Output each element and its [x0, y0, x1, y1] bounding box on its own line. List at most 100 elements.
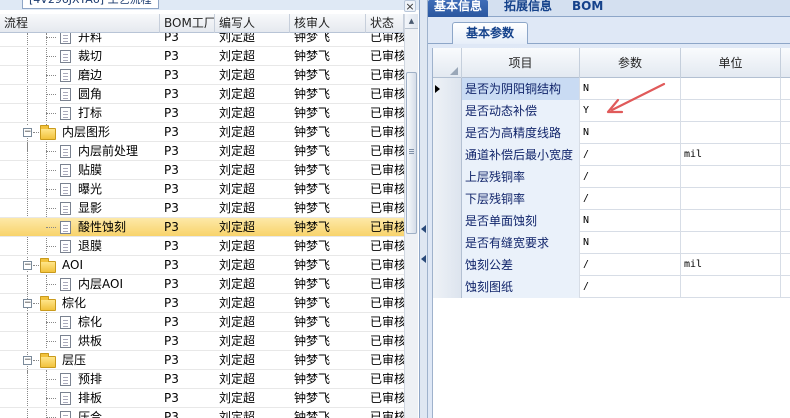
process-name-cell[interactable]: 贴膜: [0, 161, 160, 180]
tree-group-row[interactable]: − 层压 P3 刘定超 钟梦飞 已审核: [0, 351, 404, 370]
row-indicator[interactable]: [433, 122, 462, 144]
param-row[interactable]: 上层残铜率 /: [433, 166, 790, 188]
process-name-cell[interactable]: 开料: [0, 33, 160, 47]
collapse-arrow-icon[interactable]: [421, 255, 426, 263]
tree-group-row[interactable]: − 棕化 P3 刘定超 钟梦飞 已审核: [0, 294, 404, 313]
tree-row[interactable]: 退膜 P3 刘定超 钟梦飞 已审核: [0, 237, 404, 256]
row-indicator[interactable]: [433, 144, 462, 166]
process-name-cell[interactable]: 预排: [0, 370, 160, 389]
tree-row[interactable]: 内层AOI P3 刘定超 钟梦飞 已审核: [0, 275, 404, 294]
scroll-thumb[interactable]: [406, 72, 417, 234]
param-row[interactable]: 通道补偿后最小宽度 / mil: [433, 144, 790, 166]
row-indicator[interactable]: [433, 276, 462, 298]
process-name-cell[interactable]: 退膜: [0, 237, 160, 256]
param-unit-cell[interactable]: [681, 166, 781, 188]
param-unit-cell[interactable]: mil: [681, 254, 781, 276]
tree-row[interactable]: 酸性蚀刻 P3 刘定超 钟梦飞 已审核: [0, 218, 404, 237]
param-unit-cell[interactable]: [681, 232, 781, 254]
tab-basic-info[interactable]: 基本信息: [428, 0, 489, 17]
process-name-cell[interactable]: 棕化: [0, 313, 160, 332]
row-indicator[interactable]: [433, 166, 462, 188]
tree-row[interactable]: 开料 P3 刘定超 钟梦飞 已审核: [0, 33, 404, 47]
param-row[interactable]: 是否为阴阳铜结构 N: [433, 78, 790, 100]
row-indicator[interactable]: [433, 254, 462, 276]
tree-row[interactable]: 预排 P3 刘定超 钟梦飞 已审核: [0, 370, 404, 389]
row-indicator[interactable]: [433, 100, 462, 122]
process-name-cell[interactable]: − 层压: [0, 351, 160, 370]
param-value-cell[interactable]: /: [580, 254, 681, 276]
tree-row[interactable]: 打标 P3 刘定超 钟梦飞 已审核: [0, 104, 404, 123]
param-unit-cell[interactable]: [681, 122, 781, 144]
process-name-cell[interactable]: 显影: [0, 199, 160, 218]
param-row[interactable]: 是否有缝宽要求 N: [433, 232, 790, 254]
scroll-up-arrow-icon[interactable]: ▲: [405, 14, 418, 29]
process-name-cell[interactable]: 压合: [0, 408, 160, 418]
tree-scrollbar[interactable]: ▲: [404, 14, 418, 418]
param-value-cell[interactable]: Y: [580, 100, 681, 122]
col-header-writer[interactable]: 编写人: [215, 14, 290, 33]
process-name-cell[interactable]: 烘板: [0, 332, 160, 351]
process-name-cell[interactable]: − AOI: [0, 256, 160, 275]
tree-row[interactable]: 烘板 P3 刘定超 钟梦飞 已审核: [0, 332, 404, 351]
tree-row[interactable]: 显影 P3 刘定超 钟梦飞 已审核: [0, 199, 404, 218]
param-unit-cell[interactable]: mil: [681, 144, 781, 166]
param-row[interactable]: 蚀刻图纸 /: [433, 276, 790, 298]
collapse-toggle-icon[interactable]: −: [23, 128, 32, 137]
col-header-bom-factory[interactable]: BOM工厂: [160, 14, 215, 33]
process-name-cell[interactable]: 曝光: [0, 180, 160, 199]
process-name-cell[interactable]: 酸性蚀刻: [0, 218, 160, 237]
param-unit-cell[interactable]: [681, 78, 781, 100]
close-icon[interactable]: ×: [404, 0, 416, 12]
col-header-unit[interactable]: 单位: [681, 48, 781, 78]
document-tab[interactable]: [4V296JXTA6] 工艺流程: [22, 0, 159, 9]
process-name-cell[interactable]: 排板: [0, 389, 160, 408]
tab-extended-info[interactable]: 拓展信息: [498, 0, 558, 17]
param-value-cell[interactable]: /: [580, 276, 681, 298]
row-indicator[interactable]: [433, 210, 462, 232]
process-name-cell[interactable]: − 内层图形: [0, 123, 160, 142]
param-unit-cell[interactable]: [681, 100, 781, 122]
process-name-cell[interactable]: 内层前处理: [0, 142, 160, 161]
tree-group-row[interactable]: − AOI P3 刘定超 钟梦飞 已审核: [0, 256, 404, 275]
param-value-cell[interactable]: /: [580, 166, 681, 188]
param-unit-cell[interactable]: [681, 276, 781, 298]
process-name-cell[interactable]: − 棕化: [0, 294, 160, 313]
collapse-arrow-icon[interactable]: [421, 225, 426, 233]
tree-row[interactable]: 圆角 P3 刘定超 钟梦飞 已审核: [0, 85, 404, 104]
param-row[interactable]: 是否为高精度线路 N: [433, 122, 790, 144]
param-value-cell[interactable]: N: [580, 78, 681, 100]
param-row[interactable]: 是否单面蚀刻 N: [433, 210, 790, 232]
param-value-cell[interactable]: N: [580, 122, 681, 144]
tab-bom[interactable]: BOM: [566, 0, 609, 17]
col-header-value[interactable]: 参数: [580, 48, 681, 78]
param-row[interactable]: 下层残铜率 /: [433, 188, 790, 210]
col-header-status[interactable]: 状态: [366, 14, 404, 33]
collapse-toggle-icon[interactable]: −: [23, 299, 32, 308]
param-value-cell[interactable]: /: [580, 144, 681, 166]
tree-row[interactable]: 排板 P3 刘定超 钟梦飞 已审核: [0, 389, 404, 408]
row-indicator[interactable]: [433, 78, 462, 100]
subtab-basic-params[interactable]: 基本参数: [452, 22, 528, 44]
col-header-checker[interactable]: 核审人: [290, 14, 366, 33]
process-name-cell[interactable]: 圆角: [0, 85, 160, 104]
tree-row[interactable]: 贴膜 P3 刘定超 钟梦飞 已审核: [0, 161, 404, 180]
process-name-cell[interactable]: 磨边: [0, 66, 160, 85]
tree-row[interactable]: 磨边 P3 刘定超 钟梦飞 已审核: [0, 66, 404, 85]
row-indicator[interactable]: [433, 188, 462, 210]
param-row[interactable]: 蚀刻公差 / mil: [433, 254, 790, 276]
process-name-cell[interactable]: 打标: [0, 104, 160, 123]
tree-row[interactable]: 压合 P3 刘定超 钟梦飞 已审核: [0, 408, 404, 418]
param-value-cell[interactable]: N: [580, 232, 681, 254]
collapse-toggle-icon[interactable]: −: [23, 261, 32, 270]
col-header-process[interactable]: 流程: [0, 14, 160, 33]
process-name-cell[interactable]: 裁切: [0, 47, 160, 66]
row-indicator[interactable]: [433, 232, 462, 254]
col-header-item[interactable]: 项目: [462, 48, 580, 78]
param-unit-cell[interactable]: [681, 188, 781, 210]
panel-splitter[interactable]: [420, 0, 428, 418]
param-value-cell[interactable]: N: [580, 210, 681, 232]
collapse-toggle-icon[interactable]: −: [23, 356, 32, 365]
tree-row[interactable]: 裁切 P3 刘定超 钟梦飞 已审核: [0, 47, 404, 66]
param-value-cell[interactable]: /: [580, 188, 681, 210]
tree-row[interactable]: 内层前处理 P3 刘定超 钟梦飞 已审核: [0, 142, 404, 161]
